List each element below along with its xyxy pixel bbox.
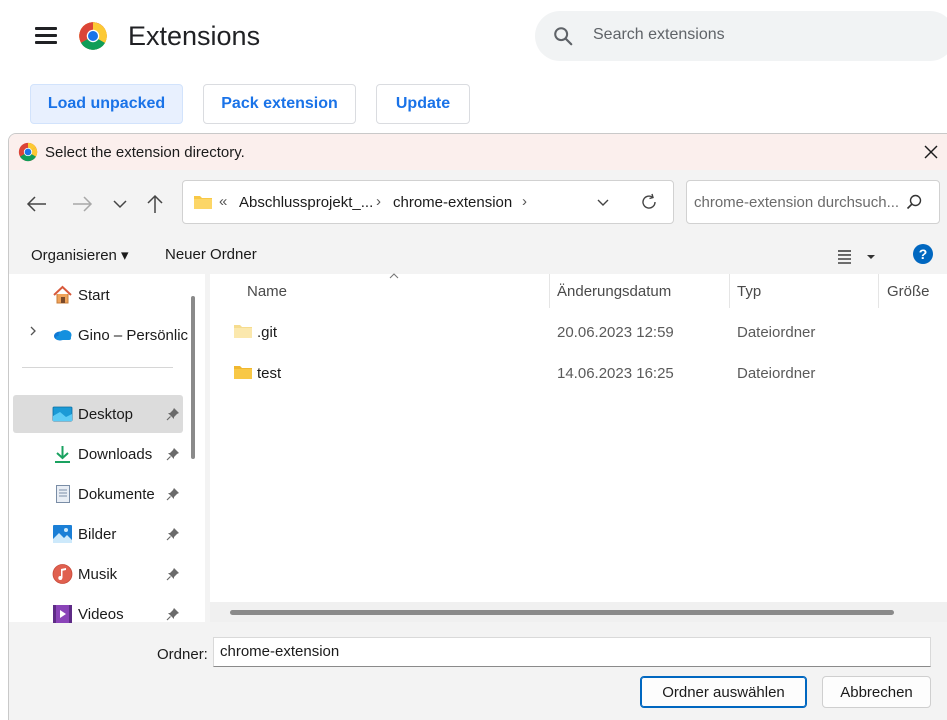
column-header-type[interactable]: Typ	[737, 283, 761, 300]
desktop-icon	[52, 406, 73, 422]
nav-item-downloads[interactable]: Downloads	[13, 435, 183, 473]
cancel-button[interactable]: Abbrechen	[822, 676, 931, 708]
nav-item-videos[interactable]: Videos	[13, 595, 183, 633]
pack-extension-button[interactable]: Pack extension	[203, 84, 356, 124]
chrome-logo-icon	[79, 22, 107, 50]
recent-locations-chevron-icon[interactable]	[107, 191, 133, 217]
pin-icon	[166, 568, 179, 581]
pictures-icon	[53, 525, 72, 543]
file-name: test	[257, 365, 282, 382]
nav-item-documents[interactable]: Dokumente	[13, 475, 183, 513]
sort-ascending-icon	[389, 273, 399, 279]
column-divider[interactable]	[878, 274, 879, 308]
refresh-icon[interactable]	[639, 192, 659, 212]
nav-scrollbar[interactable]	[191, 296, 195, 459]
breadcrumb-abschlussprojekt[interactable]: Abschlussprojekt_...	[239, 194, 373, 211]
breadcrumb-separator[interactable]: ›	[522, 193, 527, 210]
file-date: 14.06.2023 16:25	[557, 365, 674, 382]
nav-item-label: Musik	[78, 566, 118, 583]
nav-item-label: Desktop	[78, 406, 134, 423]
view-options-icon[interactable]	[836, 247, 880, 265]
select-folder-button[interactable]: Ordner auswählen	[640, 676, 807, 708]
column-header-size[interactable]: Größe	[887, 283, 930, 300]
breadcrumb-separator[interactable]: ›	[376, 193, 381, 210]
search-placeholder: Search extensions	[593, 26, 725, 43]
videos-icon	[53, 605, 72, 623]
select-directory-dialog: Select the extension directory. « Abschl…	[8, 133, 947, 720]
nav-item-start[interactable]: Start	[13, 276, 183, 314]
home-icon	[53, 285, 72, 304]
nav-item-label: Gino – Persönlic	[78, 327, 189, 344]
dialog-title: Select the extension directory.	[45, 144, 245, 161]
nav-divider	[22, 367, 173, 368]
pin-icon	[166, 488, 179, 501]
new-folder-button[interactable]: Neuer Ordner	[165, 246, 257, 263]
up-arrow-icon[interactable]	[142, 191, 168, 217]
nav-item-label: Downloads	[78, 446, 153, 463]
nav-item-desktop[interactable]: Desktop	[13, 395, 183, 433]
chrome-logo-icon	[18, 142, 38, 162]
horizontal-scrollbar[interactable]	[210, 602, 947, 622]
organize-menu[interactable]: Organisieren ▾	[31, 246, 129, 264]
file-row[interactable]: .git 20.06.2023 12:59 Dateiordner	[210, 313, 947, 353]
nav-item-music[interactable]: Musik	[13, 555, 183, 593]
svg-text:?: ?	[919, 246, 928, 262]
folder-field-label: Ordner:	[157, 646, 208, 663]
nav-item-label: Videos	[78, 606, 124, 623]
nav-item-pictures[interactable]: Bilder	[13, 515, 183, 553]
column-divider[interactable]	[549, 274, 550, 308]
file-name: .git	[257, 324, 278, 341]
search-icon	[906, 194, 922, 210]
dialog-titlebar[interactable]: Select the extension directory.	[9, 134, 947, 170]
pin-icon	[166, 448, 179, 461]
pin-icon	[166, 608, 179, 621]
breadcrumb-overflow[interactable]: «	[219, 193, 227, 210]
back-arrow-icon[interactable]	[24, 191, 50, 217]
help-icon[interactable]: ?	[912, 243, 934, 265]
search-extensions-input[interactable]: Search extensions	[535, 11, 947, 61]
page-title: Extensions	[128, 21, 261, 51]
nav-item-label: Dokumente	[78, 486, 155, 503]
nav-item-label: Bilder	[78, 526, 117, 543]
nav-item-onedrive[interactable]: Gino – Persönlic	[13, 316, 188, 354]
pin-icon	[166, 408, 179, 421]
downloads-icon	[55, 446, 70, 463]
folder-light-icon	[234, 325, 252, 338]
folder-icon	[234, 366, 252, 379]
column-header-date[interactable]: Änderungsdatum	[557, 283, 671, 300]
file-date: 20.06.2023 12:59	[557, 324, 674, 341]
breadcrumb-chrome-extension[interactable]: chrome-extension	[393, 194, 512, 211]
folder-name-input[interactable]: chrome-extension	[213, 637, 931, 667]
column-divider[interactable]	[729, 274, 730, 308]
nav-item-label: Start	[78, 287, 110, 304]
file-type: Dateiordner	[737, 324, 816, 341]
file-list-pane: Name Änderungsdatum Typ Größe .git 20.06…	[210, 273, 947, 622]
folder-search-input[interactable]: chrome-extension durchsuch...	[686, 180, 940, 224]
music-icon	[52, 564, 73, 584]
onedrive-icon	[54, 330, 72, 341]
address-dropdown-chevron-icon[interactable]	[595, 195, 611, 211]
load-unpacked-button[interactable]: Load unpacked	[30, 84, 183, 124]
navigation-pane: Start Gino – Persönlic Desktop Downloads…	[9, 274, 205, 623]
forward-arrow-icon[interactable]	[69, 191, 95, 217]
folder-search-placeholder: chrome-extension durchsuch...	[694, 194, 900, 211]
pin-icon	[166, 528, 179, 541]
extensions-header: Extensions Search extensions Load unpack…	[0, 0, 947, 132]
update-button[interactable]: Update	[376, 84, 470, 124]
main-menu-icon[interactable]	[35, 27, 57, 45]
file-type: Dateiordner	[737, 365, 816, 382]
documents-icon	[56, 485, 70, 503]
column-header-name[interactable]: Name	[247, 283, 287, 300]
folder-icon	[194, 196, 212, 209]
address-bar[interactable]: « Abschlussprojekt_... › chrome-extensio…	[182, 180, 674, 224]
close-icon[interactable]	[921, 142, 941, 162]
search-icon	[554, 27, 573, 46]
horizontal-scrollbar-thumb[interactable]	[230, 610, 894, 615]
file-row[interactable]: test 14.06.2023 16:25 Dateiordner	[210, 354, 947, 394]
